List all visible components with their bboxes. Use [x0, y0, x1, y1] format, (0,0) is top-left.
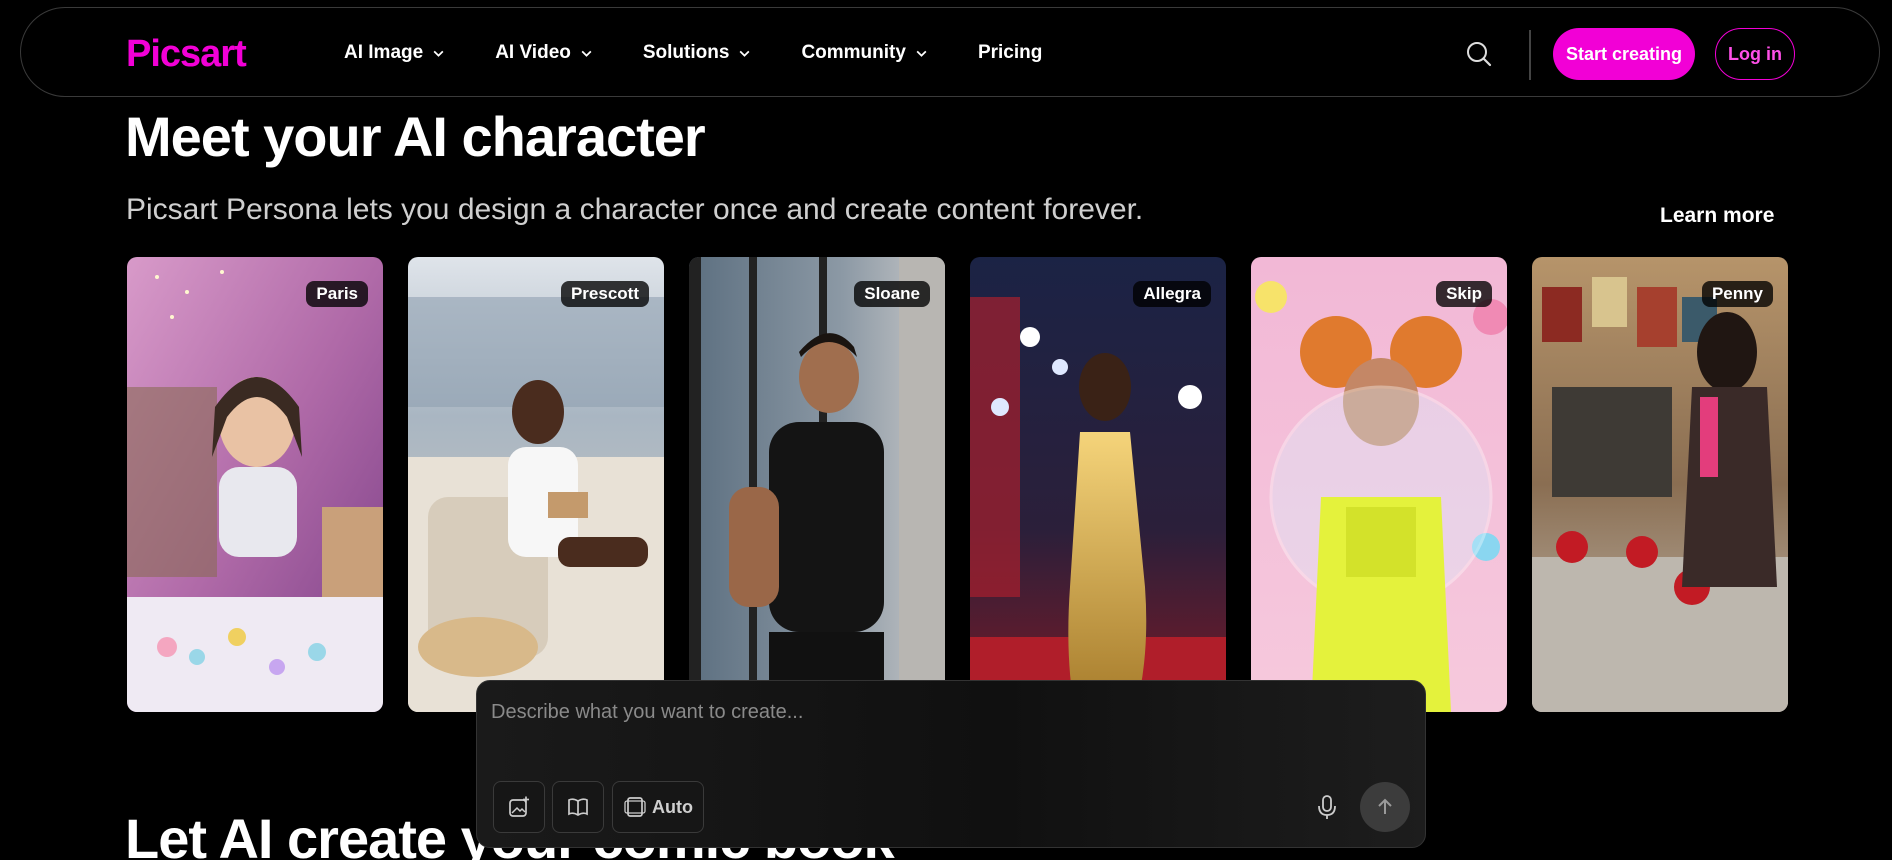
aspect-ratio-label: Auto — [652, 796, 693, 817]
persona-image — [127, 257, 383, 712]
chevron-down-icon — [739, 50, 750, 57]
persona-name-badge: Paris — [306, 281, 368, 307]
persona-carousel: Paris Prescott Sloane Allegra Skip Penny — [127, 257, 1788, 712]
nav-links: AI Image AI Video Solutions Community Pr… — [344, 8, 1042, 98]
svg-text:Picsart: Picsart — [126, 35, 247, 75]
book-icon — [568, 798, 588, 816]
picsart-logo[interactable]: Picsart — [126, 35, 261, 75]
persona-name-badge: Prescott — [560, 281, 649, 307]
prompt-input[interactable] — [491, 697, 1391, 727]
persona-card-allegra[interactable]: Allegra — [970, 257, 1226, 712]
nav-item-pricing[interactable]: Pricing — [978, 42, 1042, 64]
section-title: Meet your AI character — [125, 105, 706, 168]
chevron-down-icon — [916, 50, 927, 57]
arrow-up-icon — [1378, 798, 1392, 814]
aspect-ratio-icon — [624, 797, 646, 817]
persona-card-prescott[interactable]: Prescott — [408, 257, 664, 712]
top-navbar: Picsart AI Image AI Video Solutions Comm… — [20, 7, 1880, 97]
nav-item-ai-video[interactable]: AI Video — [495, 42, 593, 64]
send-button[interactable] — [1360, 782, 1410, 832]
section-subtitle: Picsart Persona lets you design a charac… — [126, 193, 1144, 226]
add-image-button[interactable] — [493, 781, 545, 833]
prompt-box: Auto — [476, 680, 1426, 848]
persona-image — [1532, 257, 1788, 712]
persona-card-sloane[interactable]: Sloane — [689, 257, 945, 712]
image-add-icon — [509, 796, 529, 817]
nav-item-label: AI Video — [495, 42, 571, 63]
nav-divider — [1529, 30, 1531, 80]
persona-name-badge: Sloane — [854, 281, 930, 307]
microphone-icon[interactable] — [1313, 793, 1341, 821]
persona-image — [689, 257, 945, 712]
prompt-library-button[interactable] — [552, 781, 604, 833]
persona-card-skip[interactable]: Skip — [1251, 257, 1507, 712]
login-button[interactable]: Log in — [1715, 28, 1795, 80]
learn-more-link[interactable]: Learn more — [1660, 204, 1774, 228]
nav-item-ai-image[interactable]: AI Image — [344, 42, 445, 64]
persona-image — [408, 257, 664, 712]
chevron-down-icon — [581, 50, 592, 57]
aspect-ratio-selector[interactable]: Auto — [612, 781, 704, 833]
search-icon[interactable] — [1465, 40, 1493, 68]
persona-image — [970, 257, 1226, 712]
nav-item-label: Pricing — [977, 42, 1043, 63]
nav-item-solutions[interactable]: Solutions — [643, 42, 752, 64]
nav-item-label: Community — [801, 42, 906, 63]
persona-image — [1251, 257, 1507, 712]
persona-card-paris[interactable]: Paris — [127, 257, 383, 712]
persona-name-badge: Allegra — [1133, 281, 1211, 307]
persona-card-penny[interactable]: Penny — [1532, 257, 1788, 712]
start-creating-button[interactable]: Start creating — [1553, 28, 1695, 80]
nav-item-community[interactable]: Community — [801, 42, 928, 64]
nav-item-label: Solutions — [642, 42, 730, 63]
chevron-down-icon — [433, 50, 444, 57]
nav-item-label: AI Image — [344, 42, 424, 63]
persona-name-badge: Penny — [1701, 281, 1773, 307]
persona-name-badge: Skip — [1436, 281, 1492, 307]
